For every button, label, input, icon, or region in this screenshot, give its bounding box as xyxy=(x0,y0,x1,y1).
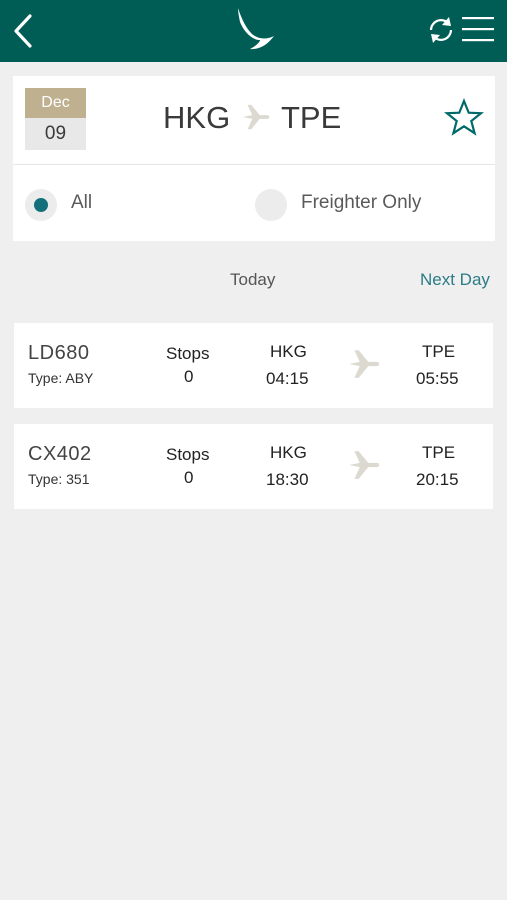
stops-value: 0 xyxy=(184,367,194,386)
flight-row[interactable]: CX402 Type: 351 Stops 0 HKG 18:30 TPE 20… xyxy=(14,424,493,509)
flight-row[interactable]: LD680 Type: ABY Stops 0 HKG 04:15 TPE 05… xyxy=(14,323,493,408)
filter-all-label[interactable]: All xyxy=(71,192,92,214)
arrival-code: TPE xyxy=(422,443,456,462)
radio-selected-dot xyxy=(34,198,48,212)
airline-logo xyxy=(232,6,276,52)
route-card: Dec 09 HKG TPE All Freighter Only xyxy=(13,76,495,241)
arrival-time: 05:55 xyxy=(416,369,459,388)
filter-all-radio[interactable] xyxy=(25,189,57,221)
departure-time: 18:30 xyxy=(266,470,309,489)
filter-freighter-radio[interactable] xyxy=(255,189,287,221)
app-header xyxy=(0,0,507,62)
departure-code: HKG xyxy=(270,443,307,462)
departure-code: HKG xyxy=(270,342,307,361)
favorite-button[interactable] xyxy=(444,98,484,138)
menu-button[interactable] xyxy=(460,15,496,43)
day-navigation: Today Next Day xyxy=(0,268,507,296)
star-outline-icon xyxy=(444,98,484,136)
hamburger-menu-icon xyxy=(462,17,494,42)
plane-icon xyxy=(242,104,270,130)
divider xyxy=(13,164,495,165)
back-button[interactable] xyxy=(10,12,38,50)
flight-number: CX402 xyxy=(28,443,92,465)
stops-label: Stops xyxy=(166,344,210,363)
filter-freighter-label[interactable]: Freighter Only xyxy=(301,192,421,214)
stops-label: Stops xyxy=(166,445,210,464)
plane-icon xyxy=(349,350,380,378)
chevron-left-icon xyxy=(14,14,32,48)
destination-code: TPE xyxy=(281,100,342,135)
origin-code: HKG xyxy=(163,100,231,135)
refresh-icon xyxy=(429,17,453,43)
next-day-link[interactable]: Next Day xyxy=(420,270,490,290)
arrival-code: TPE xyxy=(422,342,456,361)
date-day: 09 xyxy=(25,118,86,150)
aircraft-type: Type: 351 xyxy=(28,471,90,487)
arrival-time: 20:15 xyxy=(416,470,459,489)
date-badge[interactable]: Dec 09 xyxy=(25,88,86,150)
aircraft-type: Type: ABY xyxy=(28,370,94,386)
refresh-button[interactable] xyxy=(426,14,456,46)
plane-icon xyxy=(349,451,380,479)
stops-value: 0 xyxy=(184,468,194,487)
today-label: Today xyxy=(230,270,276,289)
route-display: HKG TPE xyxy=(163,96,343,140)
date-month: Dec xyxy=(25,88,86,118)
departure-time: 04:15 xyxy=(266,369,309,388)
flight-number: LD680 xyxy=(28,342,90,364)
